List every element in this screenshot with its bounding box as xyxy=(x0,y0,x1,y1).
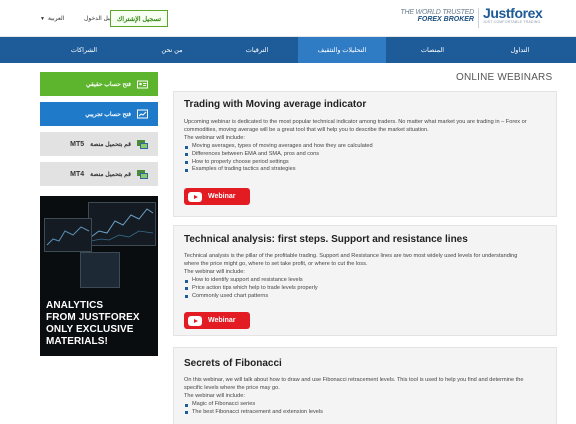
list-item: Examples of trading tactics and strategi… xyxy=(184,166,550,174)
page: ▼ العربية تسجيل الدخول تسجيل الإشتراك TH… xyxy=(0,0,576,424)
analytics-promo-banner[interactable]: ANALYTICS FROM JUSTFOREX ONLY EXCLUSIVE … xyxy=(40,196,158,356)
language-selector[interactable]: ▼ العربية xyxy=(40,15,65,23)
webinar-includes-label: The webinar will include: xyxy=(184,393,245,399)
webinar-description: Technical analysis is the pillar of the … xyxy=(184,253,518,267)
webinar-button[interactable]: Webinar xyxy=(184,312,250,329)
tagline-line2: FOREX BROKER xyxy=(417,16,474,23)
promo-line-2: FROM JUSTFOREX xyxy=(46,312,140,323)
logo[interactable]: Justforex JUST COMFORTABLE TRADING xyxy=(483,5,543,24)
promo-desk-image xyxy=(80,252,120,288)
list-item: Differences between EMA and SMA, pros an… xyxy=(184,151,550,159)
download-mt4-tag: MT4 xyxy=(70,170,85,178)
youtube-play-icon xyxy=(188,315,202,326)
mt4-platform-icon xyxy=(137,169,148,180)
webinar-title: Trading with Moving average indicator xyxy=(184,99,367,110)
list-item: How to properly choose period settings xyxy=(184,159,550,167)
logo-slogan: JUST COMFORTABLE TRADING xyxy=(483,20,541,24)
webinar-includes-label: The webinar will include: xyxy=(184,135,245,141)
mt5-platform-icon xyxy=(137,139,148,150)
webinar-button-label: Webinar xyxy=(208,193,236,200)
main-navbar: التداول المنصات التحليلات والتثقيف الترق… xyxy=(0,37,576,63)
open-real-account-button[interactable]: فتح حساب حقيقي xyxy=(40,72,158,96)
webinar-description: On this webinar, we will talk about how … xyxy=(184,377,524,391)
list-item: The best Fibonacci retracement and exten… xyxy=(184,409,550,417)
webinar-card: Trading with Moving average indicator Up… xyxy=(173,91,557,217)
open-demo-account-button[interactable]: فتح حساب تجريبي xyxy=(40,102,158,126)
nav-item-platforms[interactable]: المنصات xyxy=(390,37,475,63)
header: ▼ العربية تسجيل الدخول تسجيل الإشتراك TH… xyxy=(0,0,576,37)
promo-line-3: ONLY EXCLUSIVE xyxy=(46,324,134,335)
webinar-title: Secrets of Fibonacci xyxy=(184,358,282,369)
promo-monitor-image xyxy=(88,202,156,246)
user-card-icon xyxy=(137,79,148,90)
language-label: العربية xyxy=(47,16,65,22)
webinar-topics-list: How to identify support and resistance l… xyxy=(184,277,550,300)
nav-item-trading[interactable]: التداول xyxy=(480,37,560,63)
nav-item-promotions[interactable]: الترقيات xyxy=(217,37,297,63)
list-item: Magic of Fibonacci series xyxy=(184,401,550,409)
download-mt5-label: قم بتحميل منصة xyxy=(90,141,131,148)
nav-item-analytics-education[interactable]: التحليلات والتثقيف xyxy=(298,37,386,63)
logo-wordmark: Justforex xyxy=(483,5,543,21)
list-item: Price action tips which help to trade le… xyxy=(184,285,550,293)
nav-item-about-us[interactable]: من نحن xyxy=(132,37,212,63)
download-mt4-label: قم بتحميل منصة xyxy=(90,171,131,178)
open-demo-account-label: فتح حساب تجريبي xyxy=(85,111,131,118)
nav-item-partnership[interactable]: الشراكات xyxy=(44,37,124,63)
signup-button[interactable]: تسجيل الإشتراك xyxy=(110,10,168,27)
webinar-topics-list: Moving averages, types of moving average… xyxy=(184,143,550,174)
youtube-play-icon xyxy=(188,191,202,202)
caret-down-icon: ▼ xyxy=(40,15,45,22)
promo-line-1: ANALYTICS xyxy=(46,300,104,311)
webinar-button[interactable]: Webinar xyxy=(184,188,250,205)
webinar-topics-list: Magic of Fibonacci series The best Fibon… xyxy=(184,401,550,417)
promo-monitor-image-2 xyxy=(44,218,92,252)
webinar-title: Technical analysis: first steps. Support… xyxy=(184,234,468,245)
demo-chart-icon xyxy=(137,109,148,120)
promo-line-4: MATERIALS! xyxy=(46,336,108,347)
download-mt5-button[interactable]: MT5 قم بتحميل منصة xyxy=(40,132,158,156)
webinar-includes-label: The webinar will include: xyxy=(184,269,245,275)
tagline: THE WORLD TRUSTED FOREX BROKER xyxy=(398,9,474,23)
logo-divider xyxy=(478,8,479,28)
list-item: Commonly used chart patterns xyxy=(184,293,550,301)
list-item: How to identify support and resistance l… xyxy=(184,277,550,285)
webinar-description: Upcoming webinar is dedicated to the mos… xyxy=(184,119,527,133)
list-item: Moving averages, types of moving average… xyxy=(184,143,550,151)
webinar-card: Technical analysis: first steps. Support… xyxy=(173,225,557,336)
download-mt5-tag: MT5 xyxy=(70,140,85,148)
tagline-line1: THE WORLD TRUSTED xyxy=(400,9,474,16)
download-mt4-button[interactable]: MT4 قم بتحميل منصة xyxy=(40,162,158,186)
promo-text: ANALYTICS FROM JUSTFOREX ONLY EXCLUSIVE … xyxy=(46,300,140,348)
webinar-button-label: Webinar xyxy=(208,317,236,324)
page-title: ONLINE WEBINARS xyxy=(456,72,553,83)
open-real-account-label: فتح حساب حقيقي xyxy=(85,81,131,88)
webinar-card: Secrets of Fibonacci On this webinar, we… xyxy=(173,347,557,424)
